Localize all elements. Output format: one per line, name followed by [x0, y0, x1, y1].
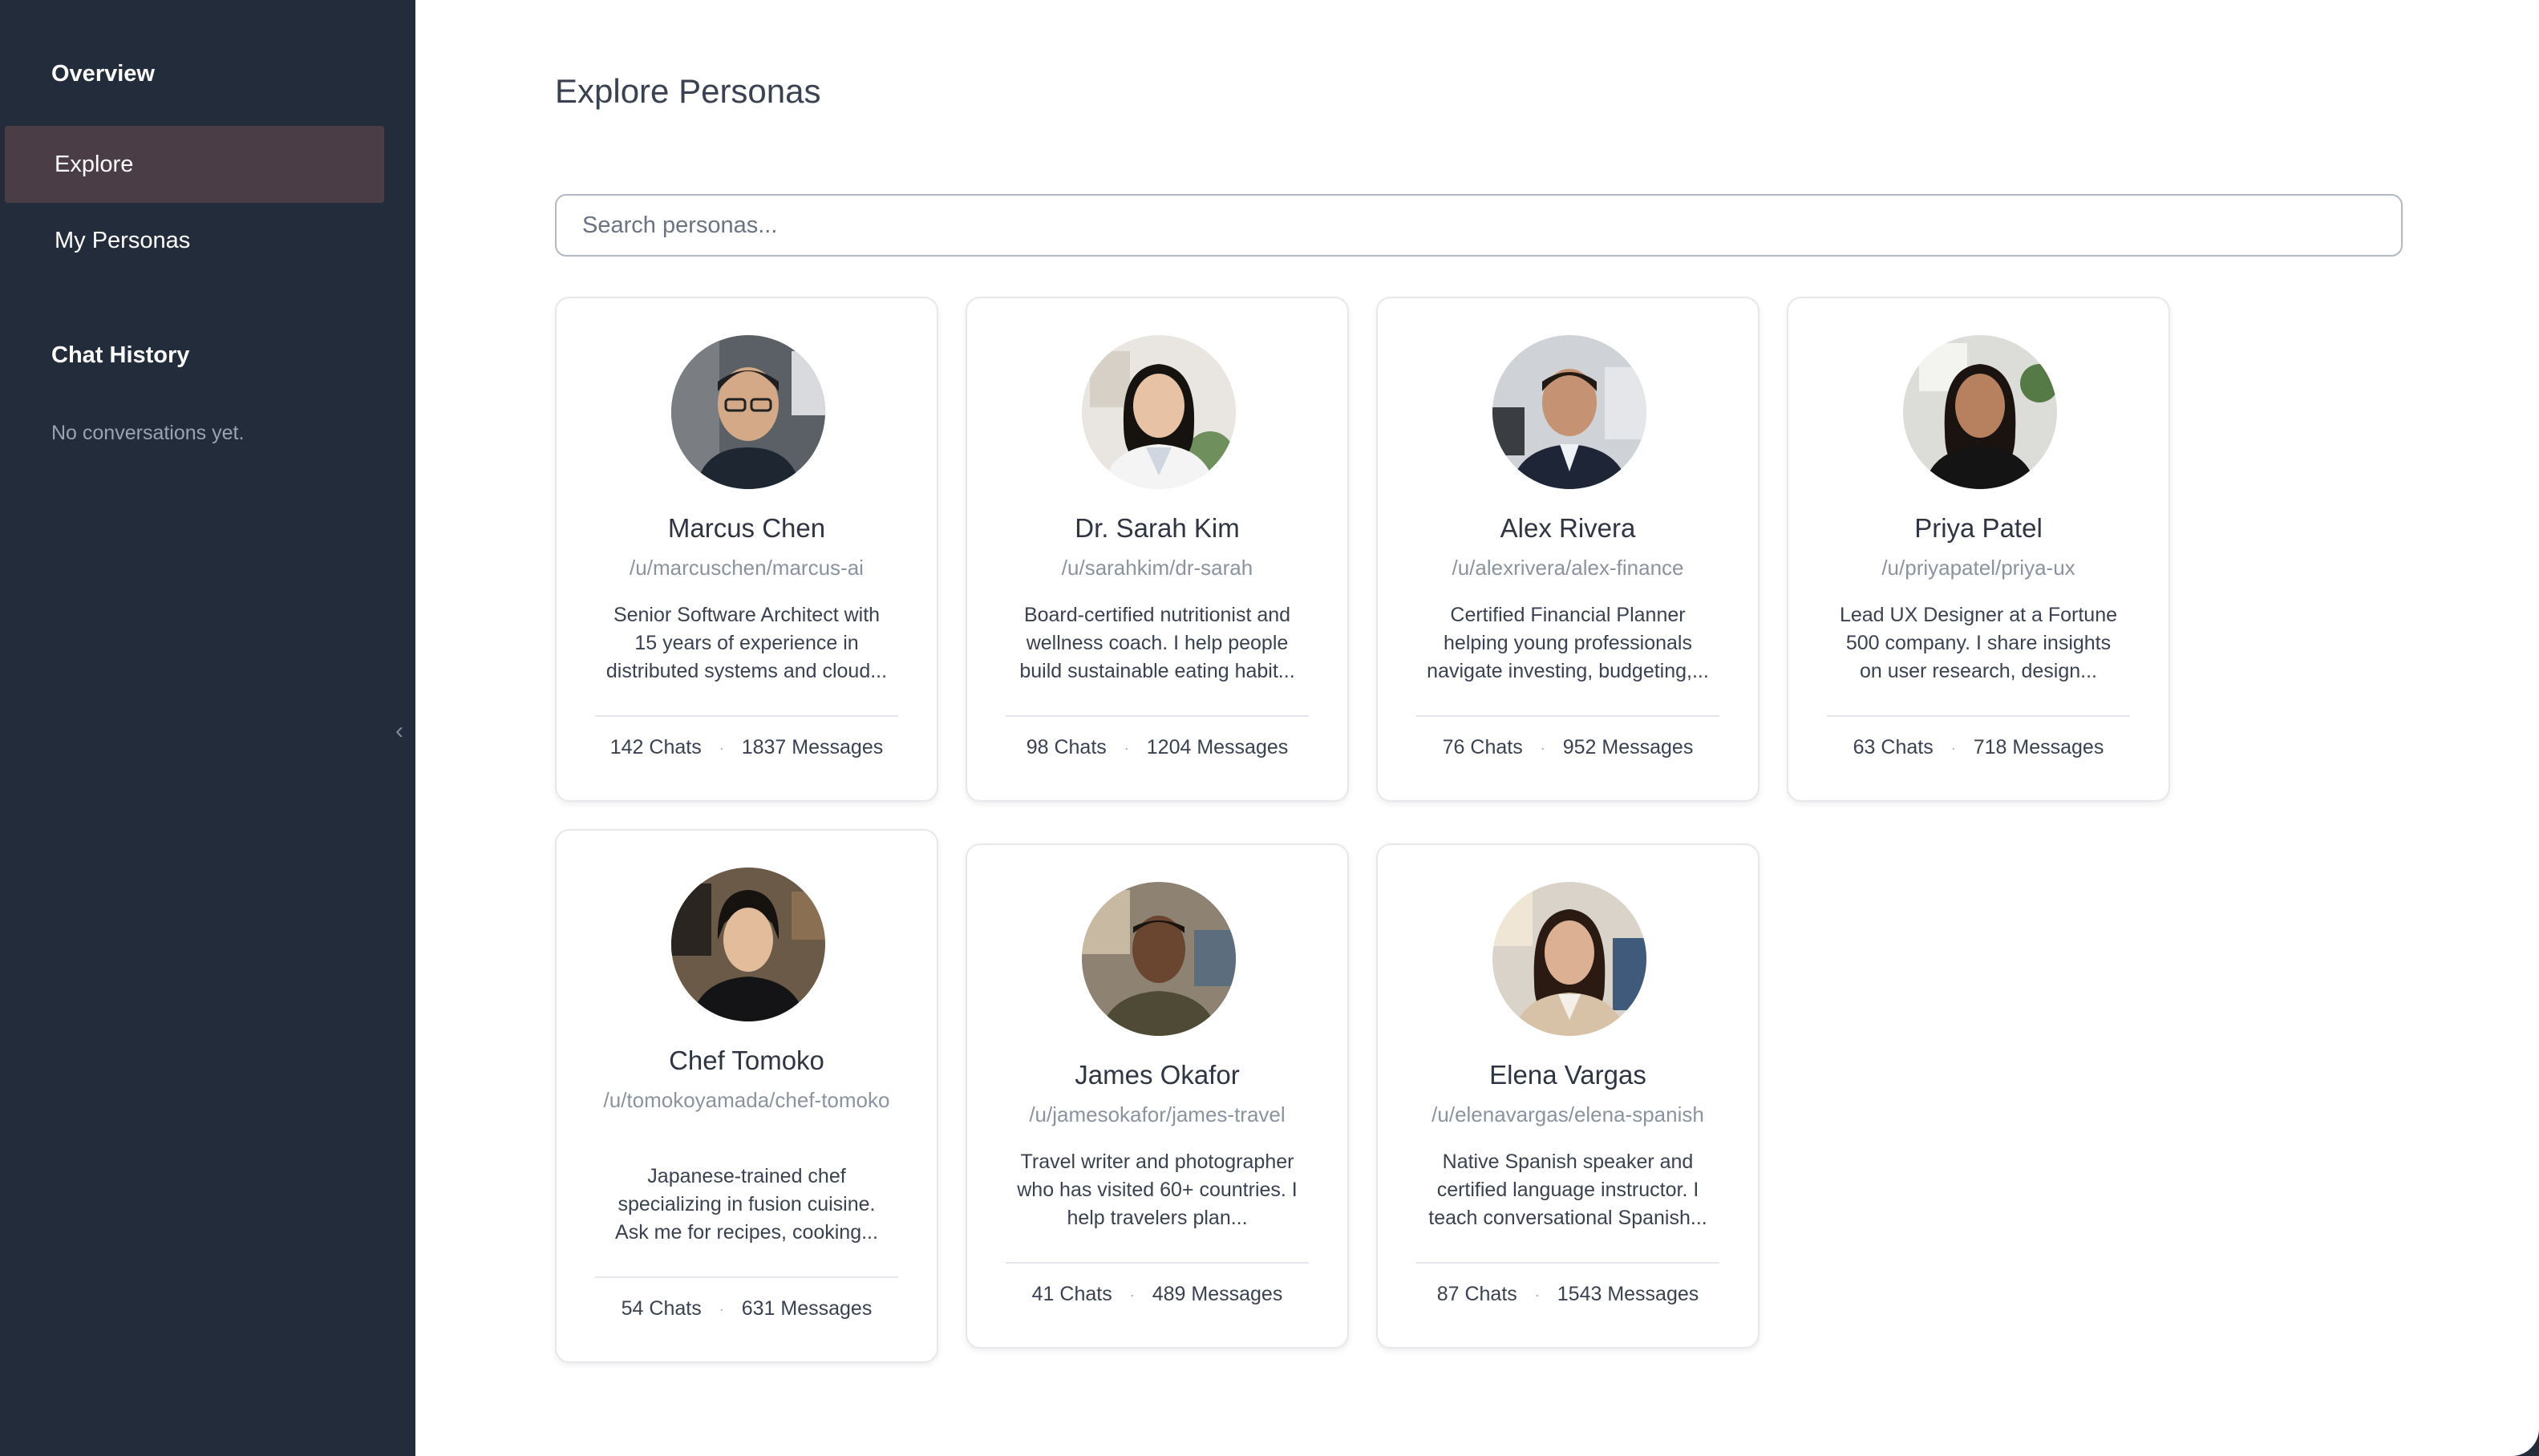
chats-count: 76 Chats — [1442, 736, 1523, 758]
messages-count: 631 Messages — [741, 1297, 873, 1320]
persona-name: James Okafor — [1075, 1060, 1240, 1090]
sidebar-item-explore[interactable]: Explore — [5, 126, 384, 203]
persona-description: Native Spanish speaker and certified lang… — [1428, 1151, 1707, 1229]
persona-description: Japanese-trained chef specializing in fus… — [615, 1165, 878, 1244]
chats-count: 87 Chats — [1436, 1283, 1517, 1305]
avatar — [1492, 335, 1646, 489]
persona-handle: /u/alexrivera/alex-finance — [1452, 556, 1684, 580]
persona-stats: 41 Chats · 489 Messages — [967, 1283, 1347, 1306]
persona-description: Certified Financial Planner helping young… — [1427, 604, 1709, 682]
persona-card-elena-vargas[interactable]: Elena Vargas /u/elenavargas/elena-spanis… — [1376, 843, 1759, 1349]
stat-separator: · — [719, 739, 724, 756]
messages-count: 1543 Messages — [1557, 1283, 1699, 1305]
messages-count: 1837 Messages — [741, 736, 884, 758]
persona-card-priya-patel[interactable]: Priya Patel /u/priyapatel/priya-ux Lead … — [1787, 297, 2170, 802]
persona-stats: 98 Chats · 1204 Messages — [967, 736, 1347, 759]
sidebar-item-label: Explore — [55, 151, 134, 177]
stat-separator: · — [1540, 739, 1545, 756]
avatar — [1082, 335, 1236, 489]
persona-card-alex-rivera[interactable]: Alex Rivera /u/alexrivera/alex-finance C… — [1376, 297, 1759, 802]
persona-name: Priya Patel — [1914, 513, 2043, 543]
card-divider — [1416, 715, 1719, 717]
overview-heading: Overview — [51, 61, 155, 87]
persona-description: Board-certified nutritionist and wellness… — [1019, 604, 1295, 682]
persona-handle: /u/jamesokafor/james-travel — [1029, 1102, 1286, 1126]
persona-card-chef-tomoko[interactable]: Chef Tomoko /u/tomokoyamada/chef-tomoko … — [555, 829, 938, 1363]
messages-count: 489 Messages — [1152, 1283, 1283, 1305]
persona-name: Dr. Sarah Kim — [1075, 513, 1240, 543]
persona-handle: /u/tomokoyamada/chef-tomoko — [603, 1088, 890, 1112]
chevron-left-icon[interactable]: ‹ — [390, 715, 409, 747]
persona-card-marcus-chen[interactable]: Marcus Chen /u/marcuschen/marcus-ai Seni… — [555, 297, 938, 802]
card-divider — [1416, 1262, 1719, 1264]
persona-description: Senior Software Architect with 15 years o… — [605, 604, 888, 682]
persona-name: Elena Vargas — [1489, 1060, 1646, 1090]
persona-handle: /u/marcuschen/marcus-ai — [630, 556, 864, 580]
card-divider — [595, 1276, 898, 1278]
persona-name: Chef Tomoko — [669, 1045, 824, 1075]
messages-count: 1204 Messages — [1146, 736, 1289, 758]
card-divider — [1827, 715, 2130, 717]
sidebar-item-label: My Personas — [55, 227, 191, 253]
chats-count: 98 Chats — [1026, 736, 1107, 758]
avatar — [1082, 882, 1236, 1036]
search-input[interactable] — [555, 194, 2403, 257]
chat-history-empty-note: No conversations yet. — [51, 422, 245, 444]
messages-count: 952 Messages — [1562, 736, 1694, 758]
chat-history-heading: Chat History — [51, 342, 190, 368]
persona-card-sarah-kim[interactable]: Dr. Sarah Kim /u/sarahkim/dr-sarah Board… — [966, 297, 1349, 802]
persona-description: Travel writer and photographer who has vi… — [1017, 1151, 1298, 1229]
avatar — [671, 868, 825, 1021]
persona-name: Marcus Chen — [667, 513, 826, 543]
stat-separator: · — [1124, 739, 1129, 756]
chats-count: 63 Chats — [1853, 736, 1934, 758]
persona-stats: 76 Chats · 952 Messages — [1378, 736, 1758, 759]
card-divider — [595, 715, 898, 717]
page-title: Explore Personas — [555, 72, 821, 110]
main-content: Explore Personas Marcus Chen /u/marcusch… — [415, 0, 2539, 1456]
persona-description: Lead UX Designer at a Fortune 500 company… — [1839, 604, 2118, 682]
persona-handle: /u/sarahkim/dr-sarah — [1061, 556, 1253, 580]
persona-stats: 87 Chats · 1543 Messages — [1378, 1283, 1758, 1306]
persona-handle: /u/elenavargas/elena-spanish — [1431, 1102, 1704, 1126]
persona-stats: 142 Chats · 1837 Messages — [557, 736, 937, 759]
avatar — [671, 335, 825, 489]
stat-separator: · — [1534, 1286, 1540, 1303]
avatar — [1903, 335, 2057, 489]
messages-count: 718 Messages — [1973, 736, 2104, 758]
persona-stats: 63 Chats · 718 Messages — [1788, 736, 2168, 759]
stat-separator: · — [1129, 1286, 1135, 1303]
persona-name: Alex Rivera — [1500, 513, 1636, 543]
card-divider — [1006, 1262, 1309, 1264]
persona-card-james-okafor[interactable]: James Okafor /u/jamesokafor/james-travel… — [966, 843, 1349, 1349]
card-divider — [1006, 715, 1309, 717]
chats-count: 142 Chats — [609, 736, 702, 758]
sidebar-item-my-personas[interactable]: My Personas — [5, 202, 384, 279]
chats-count: 41 Chats — [1031, 1283, 1112, 1305]
avatar — [1492, 882, 1646, 1036]
persona-handle: /u/priyapatel/priya-ux — [1881, 556, 2075, 580]
persona-stats: 54 Chats · 631 Messages — [557, 1297, 937, 1321]
stat-separator: · — [1950, 739, 1956, 756]
chats-count: 54 Chats — [621, 1297, 702, 1320]
sidebar: Overview Explore My Personas Chat Histor… — [0, 0, 415, 1456]
stat-separator: · — [719, 1300, 724, 1317]
